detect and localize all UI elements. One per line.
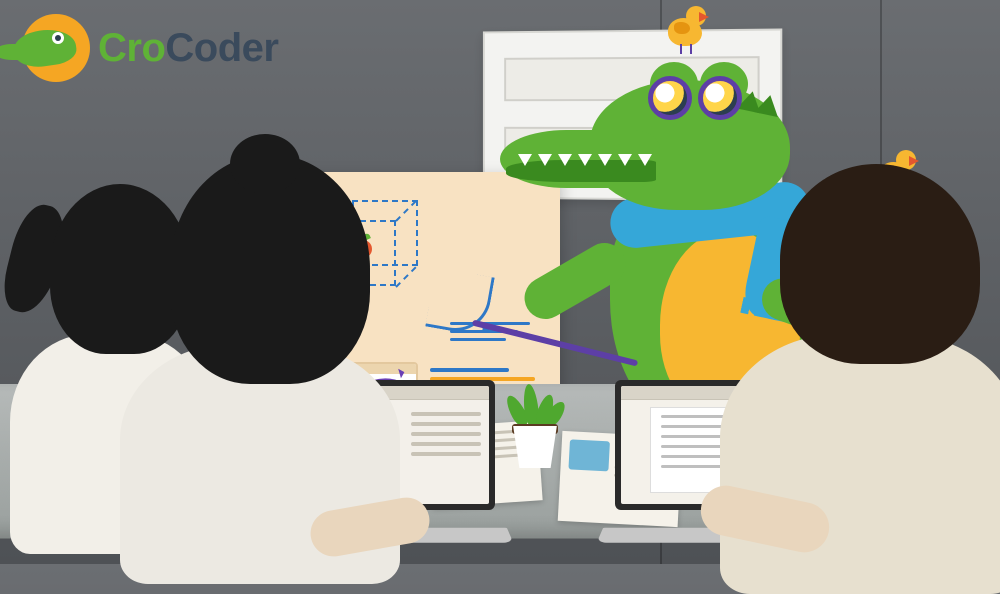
glasses-icon: [648, 76, 742, 120]
crocoder-logo-mark: [22, 14, 90, 82]
potted-plant: [500, 426, 570, 468]
crocoder-logo-text: CroCoder: [98, 26, 278, 71]
person: [110, 144, 410, 564]
person: [710, 144, 1000, 564]
logo-text-coder: Coder: [165, 26, 278, 70]
logo-text-cro: Cro: [98, 26, 165, 70]
crocoder-logo: CroCoder: [22, 14, 278, 82]
